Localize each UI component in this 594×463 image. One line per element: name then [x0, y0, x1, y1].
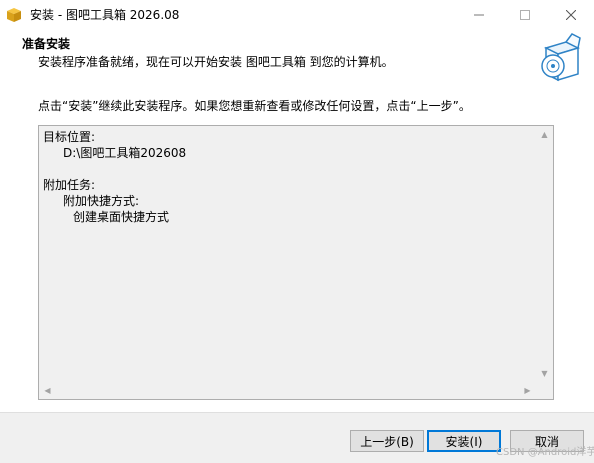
- back-button[interactable]: 上一步(B): [350, 430, 424, 452]
- scroll-corner: [536, 382, 553, 399]
- minimize-icon: [474, 14, 484, 16]
- maximize-button[interactable]: [502, 0, 548, 30]
- maximize-icon: [520, 10, 530, 20]
- memo-dest-label: 目标位置:: [43, 130, 96, 144]
- title-bar: 安装 - 图吧工具箱 2026.08: [0, 0, 594, 30]
- wizard-header: 准备安装 安装程序准备就绪，现在可以开始安装 图吧工具箱 到您的计算机。: [0, 30, 594, 86]
- memo-blank-line: [43, 161, 186, 177]
- install-button[interactable]: 安装(I): [427, 430, 501, 452]
- minimize-button[interactable]: [456, 0, 502, 30]
- window-title: 安装 - 图吧工具箱 2026.08: [30, 8, 180, 22]
- scroll-down-icon[interactable]: ▼: [536, 365, 553, 382]
- memo-content: 目标位置: D:\图吧工具箱202608 附加任务: 附加快捷方式: 创建桌面快…: [43, 129, 186, 225]
- memo-tasks-label: 附加任务:: [43, 178, 96, 192]
- scroll-right-icon[interactable]: ▶: [519, 382, 536, 399]
- ready-memo[interactable]: 目标位置: D:\图吧工具箱202608 附加任务: 附加快捷方式: 创建桌面快…: [38, 125, 554, 400]
- close-button[interactable]: [548, 0, 594, 30]
- instruction-text: 点击“安装”继续此安装程序。如果您想重新查看或修改任何设置，点击“上一步”。: [38, 99, 471, 113]
- memo-shortcut-label: 附加快捷方式:: [63, 194, 140, 208]
- scroll-up-icon[interactable]: ▲: [536, 126, 553, 143]
- installer-box-icon: [7, 8, 21, 22]
- vertical-scrollbar[interactable]: ▲ ▼: [536, 126, 553, 382]
- scroll-left-icon[interactable]: ◀: [39, 382, 56, 399]
- box-with-disc-icon: [541, 33, 581, 82]
- memo-dest-value: D:\图吧工具箱202608: [63, 146, 187, 160]
- memo-shortcut-item: 创建桌面快捷方式: [73, 210, 170, 224]
- page-title: 准备安装: [22, 37, 71, 51]
- close-icon: [566, 10, 576, 20]
- watermark: CSDN @Android洋芋: [496, 447, 594, 458]
- page-subtitle: 安装程序准备就绪，现在可以开始安装 图吧工具箱 到您的计算机。: [38, 55, 394, 69]
- horizontal-scrollbar[interactable]: ◀ ▶: [39, 382, 536, 399]
